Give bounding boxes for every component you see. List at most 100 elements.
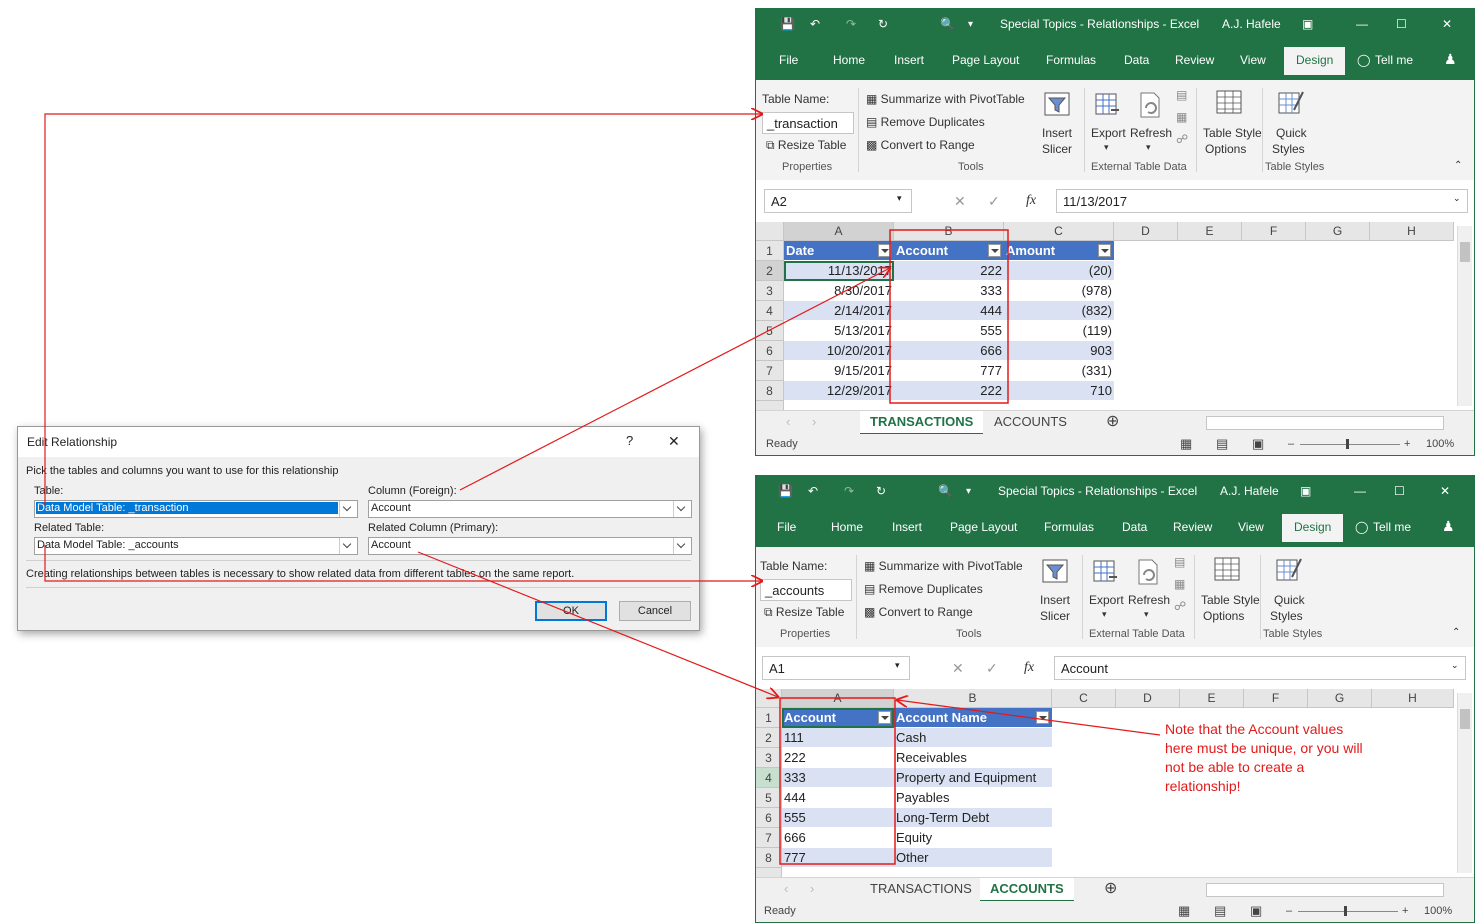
table-cell[interactable]: 9/15/2017 (784, 361, 894, 381)
maximize-icon[interactable]: ☐ (1396, 17, 1407, 31)
row-header[interactable]: 7 (756, 361, 784, 381)
table-cell[interactable]: 222 (894, 381, 1004, 401)
table-cell[interactable]: 11/13/2017 (784, 261, 894, 281)
table-cell[interactable]: 444 (782, 788, 894, 808)
undo-icon[interactable]: ↶ (808, 484, 818, 498)
tab-view[interactable]: View (1240, 53, 1266, 67)
table-style-options-button[interactable]: Table Style Options (1200, 555, 1260, 623)
table-cell[interactable]: 777 (782, 848, 894, 868)
remove-duplicates-button[interactable]: ▤ Remove Duplicates (864, 582, 983, 596)
zoom-slider[interactable] (1300, 444, 1400, 445)
table-cell[interactable]: 222 (894, 261, 1004, 281)
table-cell[interactable]: Payables (894, 788, 1052, 808)
worksheet-grid[interactable]: A B C D E F G H 1 2 3 4 5 6 7 8 Date Acc… (756, 222, 1474, 410)
column-header-a[interactable]: A (784, 222, 894, 241)
page-layout-view-icon[interactable]: ▤ (1216, 436, 1228, 452)
save-icon[interactable]: 💾 (778, 484, 793, 498)
tab-home[interactable]: Home (831, 520, 863, 534)
tab-review[interactable]: Review (1175, 53, 1214, 67)
minimize-icon[interactable]: — (1356, 17, 1368, 31)
column-header-e[interactable]: E (1178, 222, 1242, 241)
table-select[interactable]: Data Model Table: _transaction (34, 500, 358, 518)
row-header[interactable]: 6 (756, 808, 782, 828)
convert-to-range-button[interactable]: ▩ Convert to Range (866, 138, 975, 152)
column-header-d[interactable]: D (1116, 689, 1180, 708)
normal-view-icon[interactable]: ▦ (1180, 436, 1192, 452)
scroll-right-icon[interactable]: › (800, 878, 824, 900)
tab-insert[interactable]: Insert (892, 520, 922, 534)
properties-icon[interactable]: ▤ (1176, 88, 1187, 102)
tab-formulas[interactable]: Formulas (1046, 53, 1096, 67)
new-sheet-icon[interactable]: ⊕ (1096, 411, 1129, 433)
maximize-icon[interactable]: ☐ (1394, 484, 1405, 498)
new-sheet-icon[interactable]: ⊕ (1094, 878, 1127, 900)
table-cell[interactable]: Receivables (894, 748, 1052, 768)
insert-function-icon[interactable]: fx (1026, 193, 1036, 209)
help-button[interactable]: ? (626, 433, 633, 448)
name-box[interactable]: A2 ▾ (764, 189, 912, 213)
tab-design[interactable]: Design (1282, 514, 1344, 542)
print-preview-icon[interactable]: 🔍 (938, 484, 953, 498)
table-header-amount[interactable]: Amount (1004, 241, 1114, 261)
convert-to-range-button[interactable]: ▩ Convert to Range (864, 605, 973, 619)
print-preview-icon[interactable]: 🔍 (940, 17, 955, 31)
zoom-out-icon[interactable]: – (1286, 905, 1292, 917)
table-name-input[interactable]: _transaction (762, 112, 854, 134)
refresh-button[interactable]: Refresh ▾ (1127, 557, 1171, 623)
properties-icon[interactable]: ▤ (1174, 555, 1185, 569)
column-header-d[interactable]: D (1114, 222, 1178, 241)
normal-view-icon[interactable]: ▦ (1178, 903, 1190, 919)
name-box[interactable]: A1 ▾ (762, 656, 910, 680)
refresh-icon[interactable]: ↻ (878, 17, 888, 31)
table-cell[interactable]: 444 (894, 301, 1004, 321)
row-header[interactable]: 5 (756, 321, 784, 341)
related-column-select[interactable]: Account (368, 537, 692, 555)
table-cell[interactable]: (331) (1004, 361, 1114, 381)
close-icon[interactable]: ✕ (668, 433, 680, 450)
row-header[interactable]: 5 (756, 788, 782, 808)
row-header[interactable]: 4 (756, 768, 782, 788)
row-header[interactable]: 1 (756, 241, 784, 261)
row-header[interactable]: 4 (756, 301, 784, 321)
row-header[interactable]: 3 (756, 748, 782, 768)
zoom-level[interactable]: 100% (1426, 438, 1454, 450)
save-icon[interactable]: 💾 (780, 17, 795, 31)
zoom-slider[interactable] (1298, 911, 1398, 912)
tab-data[interactable]: Data (1122, 520, 1147, 534)
tab-insert[interactable]: Insert (894, 53, 924, 67)
tab-transactions[interactable]: TRANSACTIONS (860, 411, 984, 435)
column-header-c[interactable]: C (1004, 222, 1114, 241)
formula-input[interactable]: 11/13/2017 ⌄ (1056, 189, 1468, 213)
zoom-in-icon[interactable]: + (1404, 438, 1410, 450)
ribbon-display-icon[interactable]: ▣ (1300, 484, 1311, 498)
zoom-in-icon[interactable]: + (1402, 905, 1408, 917)
tell-me[interactable]: Tell me (1375, 53, 1413, 67)
column-header-b[interactable]: B (894, 222, 1004, 241)
enter-formula-icon[interactable]: ✓ (986, 660, 998, 677)
table-cell[interactable]: Cash (894, 728, 1052, 748)
row-header[interactable]: 6 (756, 341, 784, 361)
table-cell[interactable]: 12/29/2017 (784, 381, 894, 401)
table-cell[interactable]: 333 (894, 281, 1004, 301)
table-cell[interactable]: Long-Term Debt (894, 808, 1052, 828)
minimize-icon[interactable]: — (1354, 484, 1366, 498)
table-cell[interactable]: 710 (1004, 381, 1114, 401)
table-cell[interactable]: 666 (782, 828, 894, 848)
column-header-h[interactable]: H (1370, 222, 1454, 241)
redo-icon[interactable]: ↷ (846, 17, 856, 31)
tab-home[interactable]: Home (833, 53, 865, 67)
row-header[interactable]: 2 (756, 728, 782, 748)
column-header-c[interactable]: C (1052, 689, 1116, 708)
resize-table-button[interactable]: ⧉ Resize Table (764, 605, 844, 620)
vertical-scrollbar[interactable] (1457, 693, 1472, 873)
share-icon[interactable]: ♟ (1442, 518, 1455, 535)
insert-slicer-button[interactable]: Insert Slicer (1036, 557, 1076, 623)
table-cell[interactable]: Property and Equipment (894, 768, 1052, 788)
table-cell[interactable]: 555 (782, 808, 894, 828)
quick-styles-button[interactable]: Quick Styles (1264, 555, 1314, 623)
related-table-select[interactable]: Data Model Table: _accounts (34, 537, 358, 555)
share-icon[interactable]: ♟ (1444, 51, 1457, 68)
tab-view[interactable]: View (1238, 520, 1264, 534)
table-cell[interactable]: Other (894, 848, 1052, 868)
open-browser-icon[interactable]: ▦ (1176, 110, 1187, 124)
